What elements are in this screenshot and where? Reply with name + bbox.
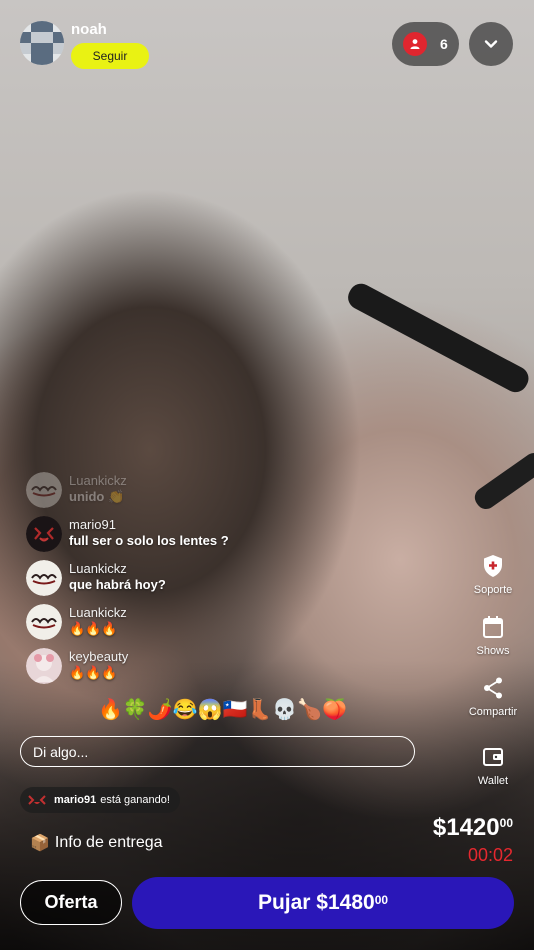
wallet-icon — [456, 743, 530, 771]
host-name[interactable]: noah — [71, 21, 149, 39]
bid-label: Pujar $1480 — [257, 891, 375, 914]
share-icon — [456, 674, 530, 702]
chat-username[interactable]: Luankickz — [69, 560, 166, 577]
quick-reactions[interactable]: 🔥🍀🌶️😂😱🇨🇱👢💀🍗🍑 — [98, 697, 347, 722]
winning-badge: mario91 está ganando! — [20, 787, 180, 813]
chat-input[interactable] — [20, 736, 415, 767]
share-label: Compartir — [468, 706, 518, 718]
viewer-count: 6 — [440, 36, 448, 52]
current-price-value: $1420 — [432, 814, 500, 841]
wallet-label: Wallet — [477, 775, 509, 787]
current-price: $142000 — [433, 814, 513, 842]
winning-text: está ganando! — [100, 794, 170, 806]
auction-timer: 00:02 — [467, 845, 513, 865]
chat-username[interactable]: Luankickz — [69, 472, 127, 489]
user-avatar — [26, 516, 62, 552]
user-avatar — [26, 560, 62, 596]
user-avatar — [26, 648, 62, 684]
chat-username[interactable]: Luankickz — [69, 604, 127, 621]
chat-username[interactable]: keybeauty — [69, 648, 128, 665]
shield-plus-icon — [456, 552, 530, 580]
shows-action[interactable]: Shows — [456, 613, 530, 657]
host-avatar[interactable] — [20, 21, 64, 65]
package-icon: 📦 — [30, 835, 50, 852]
wallet-action[interactable]: Wallet — [456, 743, 530, 787]
bid-button[interactable]: Pujar $148000 — [132, 877, 514, 929]
chat-text: que habrá hoy? — [69, 577, 166, 592]
collapse-button[interactable] — [469, 22, 513, 66]
winning-username: mario91 — [54, 794, 97, 806]
chat-message: Luankickz que habrá hoy? — [26, 560, 166, 596]
chat-message: Luankickz unido 👏 — [26, 472, 127, 508]
delivery-label: Info de entrega — [54, 834, 163, 851]
chat-message: mario91 full ser o solo los lentes ? — [26, 516, 229, 552]
user-avatar — [26, 604, 62, 640]
chevron-down-icon — [484, 40, 498, 48]
calendar-icon — [456, 613, 530, 641]
chat-text: 🔥🔥🔥 — [69, 665, 118, 680]
shows-label: Shows — [476, 645, 510, 657]
bid-cents: 00 — [374, 893, 389, 907]
user-avatar — [28, 795, 46, 805]
auction-status: $142000 00:02 — [433, 814, 513, 866]
chat-message: Luankickz 🔥🔥🔥 — [26, 604, 127, 640]
delivery-info[interactable]: 📦 Info de entrega — [30, 833, 163, 853]
offer-button[interactable]: Oferta — [20, 880, 122, 925]
follow-button[interactable]: Seguir — [71, 43, 149, 69]
chat-text: unido 👏 — [69, 489, 125, 504]
support-label: Soporte — [473, 584, 513, 596]
viewer-count-pill[interactable]: 6 — [392, 22, 459, 66]
support-action[interactable]: Soporte — [456, 552, 530, 596]
user-avatar — [26, 472, 62, 508]
chat-username[interactable]: mario91 — [69, 516, 229, 533]
person-icon — [403, 32, 427, 56]
share-action[interactable]: Compartir — [456, 674, 530, 718]
host-header: noah Seguir — [20, 21, 149, 69]
current-price-cents: 00 — [499, 816, 513, 830]
chat-text: full ser o solo los lentes ? — [69, 533, 229, 548]
chat-message: keybeauty 🔥🔥🔥 — [26, 648, 128, 684]
chat-text: 🔥🔥🔥 — [69, 621, 118, 636]
